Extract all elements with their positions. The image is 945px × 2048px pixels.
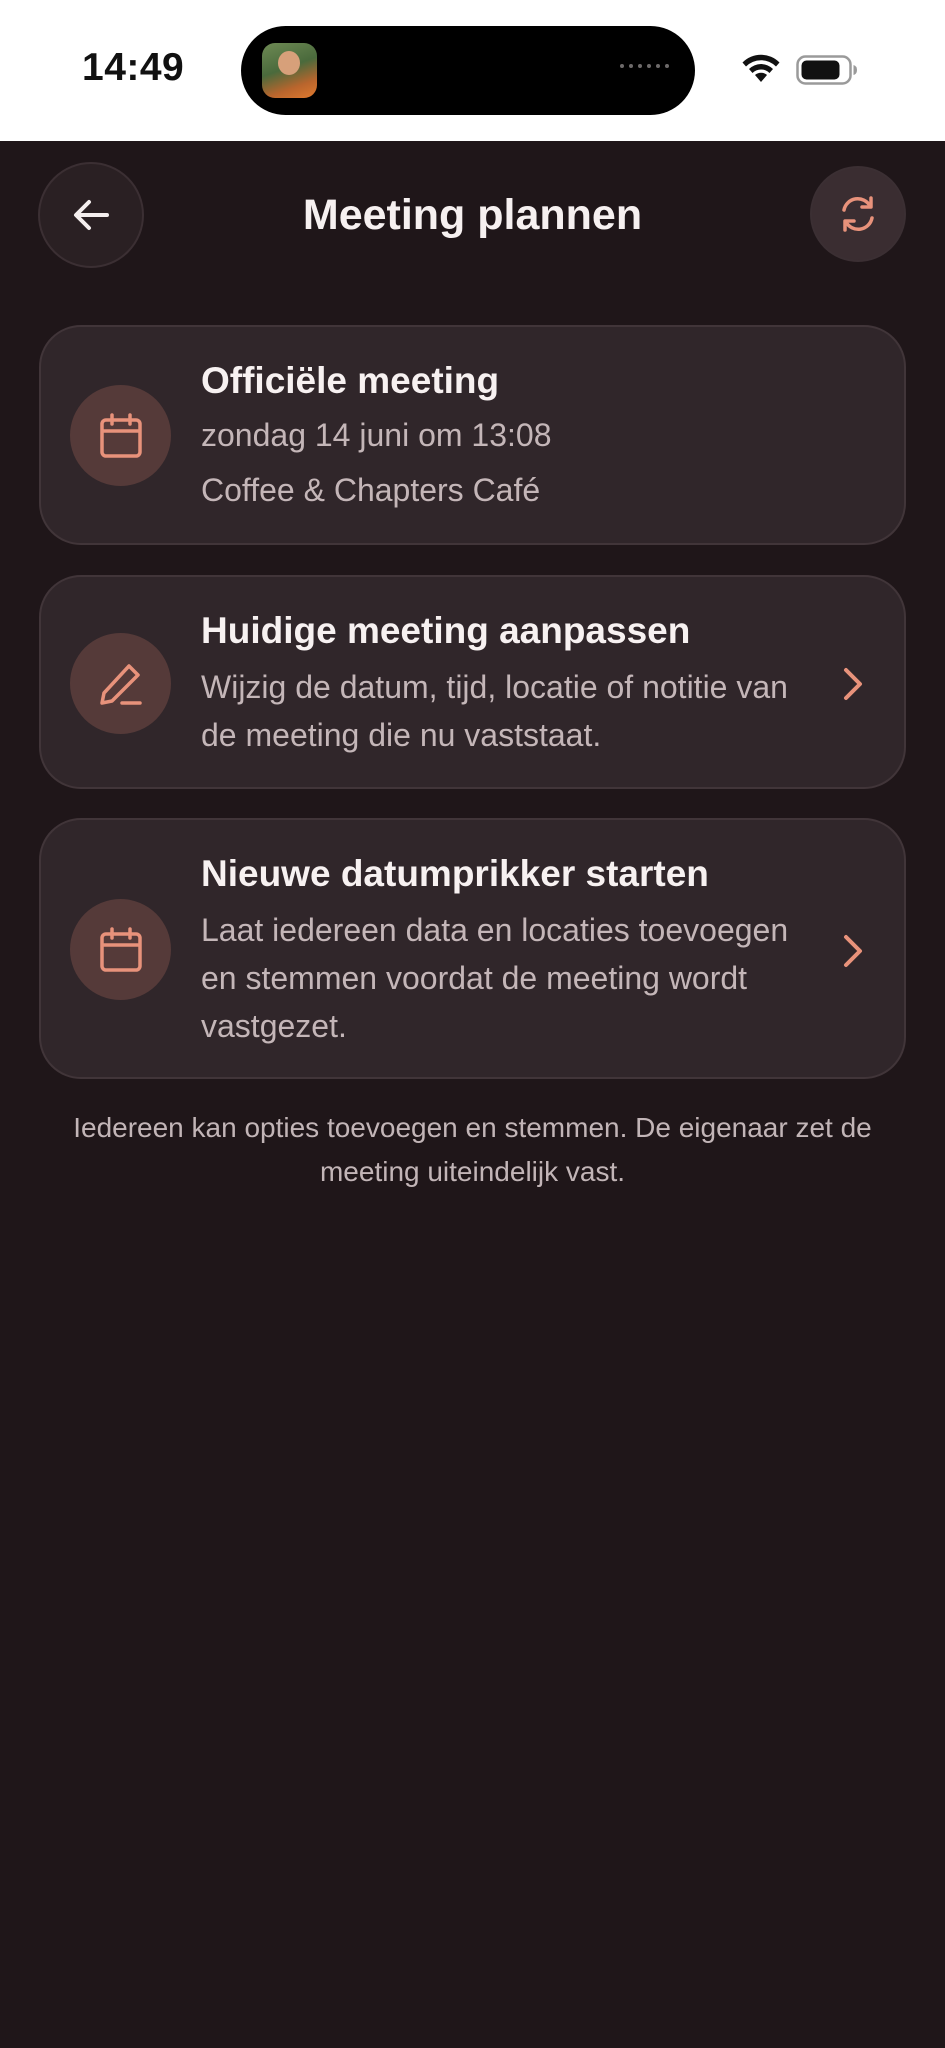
footer-note: Iedereen kan opties toevoegen en stemmen… xyxy=(73,1112,872,1187)
header: Meeting plannen xyxy=(0,141,945,289)
edit-meeting-icon-circle xyxy=(70,633,171,734)
calendar-icon xyxy=(99,412,142,458)
edit-meeting-card[interactable]: Huidige meeting aanpassen Wijzig de datu… xyxy=(39,575,906,789)
pencil-icon xyxy=(99,663,142,705)
official-meeting-location: Coffee & Chapters Café xyxy=(201,472,541,508)
calendar-icon xyxy=(99,926,142,972)
refresh-button[interactable] xyxy=(810,166,906,262)
official-meeting-date: zondag 14 juni om 13:08 xyxy=(201,417,552,453)
status-bar: 14:49 xyxy=(0,0,945,141)
wifi-icon xyxy=(742,54,780,82)
official-meeting-card: Officiële meeting zondag 14 juni om 13:0… xyxy=(39,325,906,545)
official-meeting-icon-circle xyxy=(70,385,171,486)
official-meeting-title: Officiële meeting xyxy=(201,360,500,401)
edit-meeting-description: Wijzig de datum, tijd, locatie of notiti… xyxy=(201,669,788,753)
new-date-poll-description: Laat iedereen data en locaties toevoegen… xyxy=(201,912,789,1044)
edit-meeting-title: Huidige meeting aanpassen xyxy=(201,610,691,651)
chevron-right-icon xyxy=(844,935,862,967)
new-date-poll-icon-circle xyxy=(70,899,171,1000)
chevron-right-icon xyxy=(844,668,862,700)
dynamic-island xyxy=(241,26,695,115)
island-dots xyxy=(620,64,669,68)
live-activity-avatar xyxy=(262,43,317,98)
page-title: Meeting plannen xyxy=(302,191,643,239)
new-date-poll-card[interactable]: Nieuwe datumprikker starten Laat iederee… xyxy=(39,818,906,1079)
status-time: 14:49 xyxy=(82,46,185,89)
new-date-poll-title: Nieuwe datumprikker starten xyxy=(201,853,709,894)
refresh-icon xyxy=(842,196,874,232)
battery-icon xyxy=(796,55,857,85)
